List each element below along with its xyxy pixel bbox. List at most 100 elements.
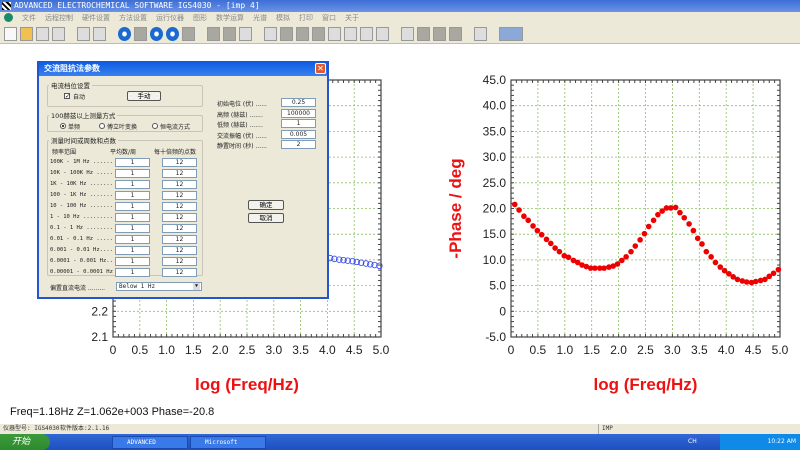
data-point xyxy=(667,205,674,211)
avg-per-cycle-input[interactable]: 1 xyxy=(115,191,150,200)
bias-select[interactable]: Below 1 Hz ▼ xyxy=(116,282,202,291)
data-point xyxy=(699,241,705,247)
ac-amplitude-input[interactable]: 0.005 xyxy=(281,129,316,139)
menu-item-10[interactable]: 窗口 xyxy=(322,12,336,24)
menu-item-8[interactable]: 模拟 xyxy=(276,12,290,24)
disabled-button[interactable] xyxy=(280,26,293,41)
disabled-button[interactable] xyxy=(134,26,147,41)
points-per-decade-input[interactable]: 12 xyxy=(162,180,197,189)
menu-item-9[interactable]: 打印 xyxy=(299,12,313,24)
calendar-icon[interactable] xyxy=(474,26,487,41)
menu-item-0[interactable]: 文件 xyxy=(22,12,36,24)
settings-icon[interactable] xyxy=(239,26,252,41)
data-point xyxy=(734,276,741,283)
font-icon[interactable] xyxy=(360,26,373,41)
menu-item-2[interactable]: 硬件设置 xyxy=(82,12,110,24)
cursor-icon[interactable] xyxy=(401,26,414,41)
language-indicator[interactable]: CH xyxy=(688,438,697,445)
points-per-decade-input[interactable]: 12 xyxy=(162,257,197,266)
avg-per-cycle-input[interactable]: 1 xyxy=(115,202,150,211)
data-point xyxy=(690,227,697,234)
data-point xyxy=(770,270,777,277)
chevron-down-icon[interactable]: ▼ xyxy=(193,283,200,290)
new-icon[interactable] xyxy=(4,26,17,41)
avg-per-cycle-input[interactable]: 1 xyxy=(115,224,150,233)
ok-button[interactable]: 确定 xyxy=(248,200,284,210)
avg-per-cycle-input[interactable]: 1 xyxy=(115,213,150,222)
range-label: 1 - 10 Hz ......... xyxy=(50,214,113,220)
chart-1: 0 0.5 1.0 1.5 2.0 2.5 3.0 3.5 4.0 4.5 5.0-5.005.01… xyxy=(446,73,789,394)
avg-per-cycle-input[interactable]: 1 xyxy=(115,257,150,266)
mode-label-fourier: 傅立叶变换 xyxy=(107,124,138,131)
data-point xyxy=(752,278,759,285)
range-label: 10 - 100 Hz ....... xyxy=(50,203,113,209)
points-per-decade-input[interactable]: 12 xyxy=(162,169,197,178)
disabled-button[interactable] xyxy=(417,26,430,41)
copy-icon[interactable] xyxy=(77,26,90,41)
y-tick-label: 2.1 xyxy=(91,330,108,344)
disabled-button[interactable] xyxy=(312,26,325,41)
stop-icon[interactable] xyxy=(150,26,163,41)
avg-per-cycle-input[interactable]: 1 xyxy=(115,235,150,244)
avg-per-cycle-input[interactable]: 1 xyxy=(115,268,150,277)
points-per-decade-input[interactable]: 12 xyxy=(162,268,197,277)
color-icon[interactable] xyxy=(344,26,357,41)
menu-item-3[interactable]: 方法设置 xyxy=(119,12,147,24)
mode-radio-galvanostatic[interactable] xyxy=(152,123,158,129)
pie-chart-icon[interactable] xyxy=(328,26,341,41)
menu-item-11[interactable]: 关于 xyxy=(345,12,359,24)
print-icon[interactable] xyxy=(52,26,65,41)
menu-item-1[interactable]: 远程控制 xyxy=(45,12,73,24)
menu-item-5[interactable]: 图形 xyxy=(193,12,207,24)
run-icon[interactable] xyxy=(118,26,131,41)
points-per-decade-input[interactable]: 12 xyxy=(162,191,197,200)
high-frequency-input[interactable]: 100000 xyxy=(281,108,316,118)
quiet-time-input[interactable]: 2 xyxy=(281,140,316,149)
avg-per-cycle-input[interactable]: 1 xyxy=(115,169,150,178)
refresh-icon[interactable] xyxy=(166,26,179,41)
window-title: ADVANCED ELECTROCHEMICAL SOFTWARE IGS403… xyxy=(0,0,800,12)
task-powerpoint[interactable]: Microsoft PowerP... xyxy=(190,436,266,457)
manual-button[interactable]: 手动 xyxy=(127,91,161,101)
x-tick-label: 0.5 xyxy=(131,343,148,357)
disabled-button[interactable] xyxy=(207,26,220,41)
points-per-decade-input[interactable]: 12 xyxy=(162,202,197,211)
auto-checkbox[interactable]: ✓ xyxy=(64,93,70,100)
close-button[interactable]: ✕ xyxy=(315,63,326,74)
status-model: 仪器型号: IGS4030 xyxy=(3,425,60,432)
disabled-button[interactable] xyxy=(223,26,236,41)
header-range: 频率范围 xyxy=(52,149,77,156)
data-point xyxy=(677,209,683,216)
mode-radio-single[interactable] xyxy=(60,123,66,129)
points-per-decade-input[interactable]: 12 xyxy=(162,246,197,255)
avg-per-cycle-input[interactable]: 1 xyxy=(115,246,150,255)
initial-potential-input[interactable]: 0.25 xyxy=(281,98,316,107)
points-per-decade-input[interactable]: 12 xyxy=(162,235,197,244)
disabled-button[interactable] xyxy=(296,26,309,41)
range-label: 1K - 10K Hz ....... xyxy=(50,181,113,187)
color-select[interactable] xyxy=(499,26,523,41)
menu-item-7[interactable]: 光谱 xyxy=(253,12,267,24)
x-tick-label: 2.0 xyxy=(212,343,229,357)
save-icon[interactable] xyxy=(36,26,49,41)
disabled-button[interactable] xyxy=(449,26,462,41)
avg-per-cycle-input[interactable]: 1 xyxy=(115,180,150,189)
mode-radio-fourier[interactable] xyxy=(99,123,105,129)
disabled-button[interactable] xyxy=(182,26,195,41)
x-tick-label: 0 xyxy=(508,343,515,357)
menu-item-4[interactable]: 运行仪器 xyxy=(156,12,184,24)
points-per-decade-input[interactable]: 12 xyxy=(162,224,197,233)
task-advanced-electro[interactable]: ADVANCED ELECTRO... xyxy=(112,436,188,457)
chart-icon[interactable] xyxy=(93,26,106,41)
points-per-decade-input[interactable]: 12 xyxy=(162,158,197,167)
points-per-decade-input[interactable]: 12 xyxy=(162,213,197,222)
menu-item-6[interactable]: 数学运算 xyxy=(216,12,244,24)
open-icon[interactable] xyxy=(20,26,33,41)
low-frequency-input[interactable]: 1 xyxy=(281,119,316,128)
disabled-button[interactable] xyxy=(433,26,446,41)
start-button[interactable]: 开始 xyxy=(0,434,50,450)
zoom-icon[interactable] xyxy=(264,26,277,41)
avg-per-cycle-input[interactable]: 1 xyxy=(115,158,150,167)
cancel-button[interactable]: 取消 xyxy=(248,213,284,223)
image-icon[interactable] xyxy=(376,26,389,41)
